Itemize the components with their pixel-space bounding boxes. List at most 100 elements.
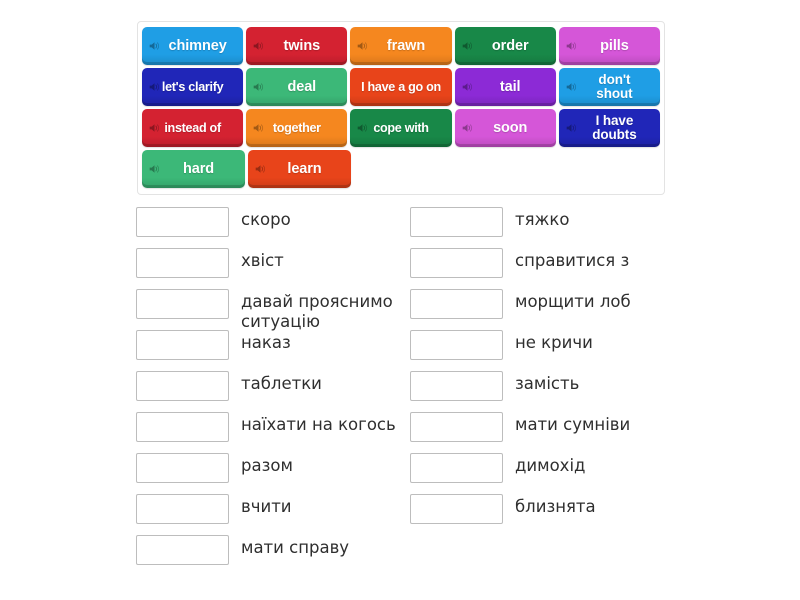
speaker-icon[interactable]	[253, 123, 264, 134]
answer-row: наказ	[136, 328, 411, 369]
word-tile[interactable]: I have a go on	[350, 68, 452, 106]
answer-label: мати сумніви	[515, 415, 631, 434]
answer-row: таблетки	[136, 369, 411, 410]
word-tile-label: let's clarify	[161, 79, 224, 94]
answer-row: мати справу	[136, 533, 411, 574]
answer-row: замість	[410, 369, 685, 410]
answer-drop-box[interactable]	[136, 371, 229, 401]
word-tile-label: pills	[600, 37, 629, 54]
speaker-icon[interactable]	[149, 164, 160, 175]
answer-label: димохід	[515, 456, 586, 475]
answer-row: не кричи	[410, 328, 685, 369]
answer-drop-box[interactable]	[136, 453, 229, 483]
answer-label: не кричи	[515, 333, 593, 352]
word-tile[interactable]: deal	[246, 68, 348, 106]
answer-label: хвіст	[241, 251, 284, 270]
tile-row: chimney twins frawn order pills	[142, 27, 661, 65]
answer-label: тяжко	[515, 210, 570, 229]
word-tile[interactable]: twins	[246, 27, 348, 65]
speaker-icon[interactable]	[566, 82, 577, 93]
word-tile[interactable]: instead of	[142, 109, 244, 147]
word-tile[interactable]: frawn	[350, 27, 452, 65]
word-tile-label: soon	[493, 119, 528, 136]
answer-drop-box[interactable]	[410, 494, 503, 524]
word-tile[interactable]: together	[246, 109, 348, 147]
speaker-icon[interactable]	[253, 82, 264, 93]
word-tile[interactable]: hard	[142, 150, 245, 188]
answer-label: морщити лоб	[515, 292, 631, 311]
word-tile[interactable]: let's clarify	[142, 68, 244, 106]
answer-row: вчити	[136, 492, 411, 533]
word-tile[interactable]: learn	[248, 150, 351, 188]
word-tile-label: I have a go on	[361, 79, 441, 94]
answer-row: справитися з	[410, 246, 685, 287]
word-tile[interactable]: tail	[454, 68, 556, 106]
answer-row: димохід	[410, 451, 685, 492]
answer-drop-box[interactable]	[410, 371, 503, 401]
answer-label: давай прояснимо ситуацію	[241, 292, 393, 331]
answer-drop-box[interactable]	[136, 330, 229, 360]
answer-row: наїхати на когось	[136, 410, 411, 451]
speaker-icon[interactable]	[566, 123, 577, 134]
speaker-icon[interactable]	[253, 41, 264, 52]
word-tile-label: I have doubts	[592, 113, 637, 142]
word-tile-label: instead of	[164, 120, 221, 135]
speaker-icon[interactable]	[255, 164, 266, 175]
answer-row: скоро	[136, 205, 411, 246]
answer-drop-box[interactable]	[136, 289, 229, 319]
answer-label: близнята	[515, 497, 596, 516]
speaker-icon[interactable]	[462, 123, 473, 134]
word-tile-label: twins	[283, 37, 321, 54]
answer-row: мати сумніви	[410, 410, 685, 451]
word-tile[interactable]: order	[454, 27, 556, 65]
answer-drop-box[interactable]	[410, 412, 503, 442]
answer-row: разом	[136, 451, 411, 492]
speaker-icon[interactable]	[566, 41, 577, 52]
word-tile[interactable]: don't shout	[558, 68, 661, 106]
word-tile[interactable]: I have doubts	[558, 109, 661, 147]
tile-row: let's clarify deal I have a go on tail don't…	[142, 68, 661, 106]
word-tile-label: together	[272, 120, 321, 135]
answer-label: вчити	[241, 497, 292, 516]
answer-row: тяжко	[410, 205, 685, 246]
answer-row: хвіст	[136, 246, 411, 287]
answer-label: таблетки	[241, 374, 322, 393]
answer-label: замість	[515, 374, 580, 393]
answer-drop-box[interactable]	[410, 248, 503, 278]
answer-drop-box[interactable]	[410, 453, 503, 483]
word-tile-label: chimney	[168, 37, 227, 54]
answer-drop-box[interactable]	[136, 248, 229, 278]
answer-row: морщити лоб	[410, 287, 685, 328]
answer-drop-box[interactable]	[136, 207, 229, 237]
tile-row: hard learn	[142, 150, 660, 188]
tile-row: instead of together cope with soon I have do…	[142, 109, 661, 147]
speaker-icon[interactable]	[462, 82, 473, 93]
answer-drop-box[interactable]	[410, 207, 503, 237]
answer-label: наказ	[241, 333, 291, 352]
answer-drop-box[interactable]	[136, 412, 229, 442]
answer-drop-box[interactable]	[136, 494, 229, 524]
word-tile[interactable]: pills	[558, 27, 661, 65]
word-tile[interactable]: chimney	[142, 27, 244, 65]
word-tile-label: deal	[287, 78, 317, 95]
answer-drop-box[interactable]	[136, 535, 229, 565]
speaker-icon[interactable]	[357, 41, 368, 52]
word-tile[interactable]: cope with	[350, 109, 452, 147]
answer-label: наїхати на когось	[241, 415, 396, 434]
answer-column-left: скоро хвіст давай прояснимо ситуацію наказ т…	[136, 205, 411, 574]
answer-drop-box[interactable]	[410, 330, 503, 360]
answer-label: скоро	[241, 210, 291, 229]
answer-drop-box[interactable]	[410, 289, 503, 319]
answer-column-right: тяжко справитися з морщити лоб не кричи замі…	[410, 205, 685, 533]
word-tile-label: hard	[182, 160, 215, 177]
word-tile-label: order	[491, 37, 529, 54]
speaker-icon[interactable]	[149, 123, 160, 134]
speaker-icon[interactable]	[357, 123, 368, 134]
speaker-icon[interactable]	[462, 41, 473, 52]
word-tile[interactable]: soon	[454, 109, 556, 147]
word-tile-label: don't shout	[596, 72, 633, 101]
answer-row: близнята	[410, 492, 685, 533]
answer-label: справитися з	[515, 251, 630, 270]
word-tile-label: cope with	[373, 120, 429, 135]
answer-label: мати справу	[241, 538, 350, 557]
